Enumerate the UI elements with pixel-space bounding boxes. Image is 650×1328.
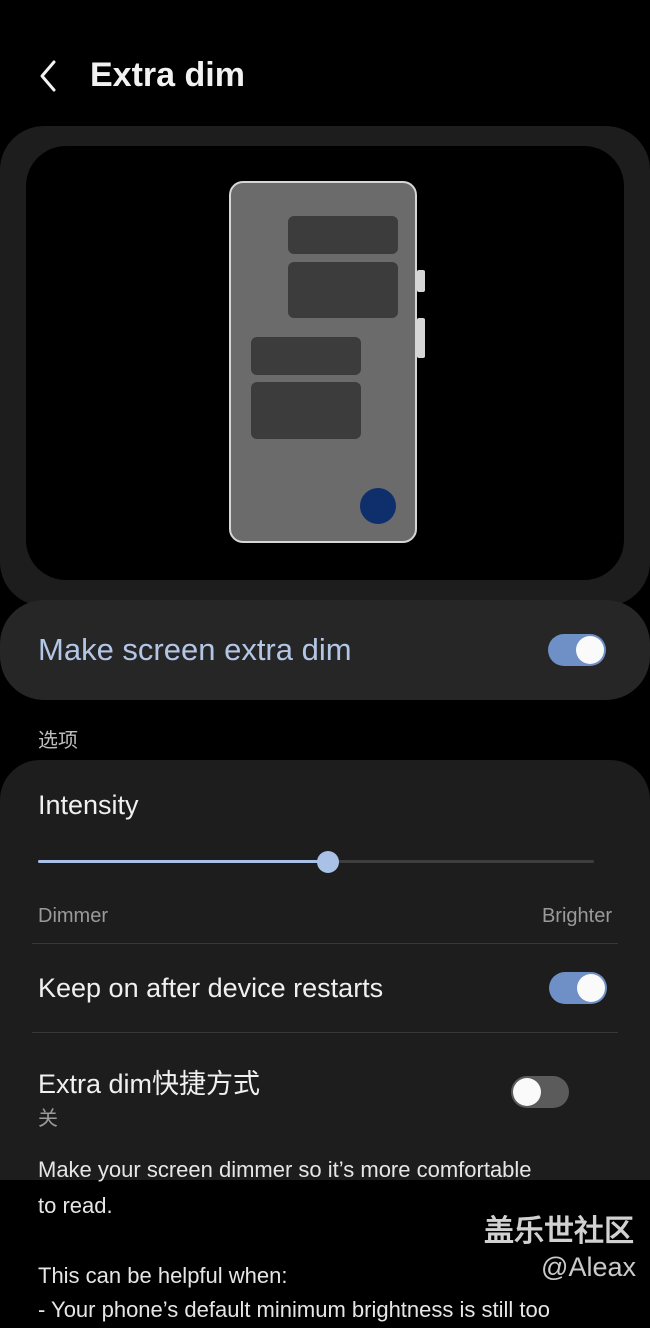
phone-side-button-top [417,270,425,292]
section-header: 选项 [38,730,78,752]
divider [32,943,618,944]
slider-min-label: Dimmer [38,905,108,927]
extra-dim-toggle[interactable] [548,634,606,666]
intensity-label: Intensity [38,790,139,820]
intensity-slider-thumb[interactable] [317,851,339,873]
toggle-knob [577,974,605,1002]
description-line: - Your phone’s default minimum brightnes… [38,1297,550,1322]
illustration-block [251,382,361,439]
description-line: Make your screen dimmer so it’s more com… [38,1157,532,1182]
page-title: Extra dim [90,56,245,94]
illustration-block [288,216,398,254]
illustration-block [251,337,361,375]
shortcut-label: Extra dim快捷方式 [38,1069,261,1099]
chevron-left-icon [40,60,56,92]
main-toggle-label: Make screen extra dim [38,632,352,667]
description-line: to read. [38,1193,113,1218]
divider [32,1032,618,1033]
intensity-slider-fill [38,860,328,863]
options-card [0,760,650,1180]
keep-on-label: Keep on after device restarts [38,973,384,1003]
illustration-fab [360,488,396,524]
phone-side-button-bottom [417,318,425,358]
back-button[interactable] [36,58,64,94]
illustration-block [288,262,398,318]
watermark-title: 盖乐世社区 [484,1215,634,1248]
keep-on-toggle[interactable] [549,972,607,1004]
shortcut-toggle[interactable] [511,1076,569,1108]
slider-max-label: Brighter [541,905,612,927]
watermark-handle: @Aleax [541,1252,636,1282]
shortcut-status: 关 [38,1108,58,1130]
description-line: This can be helpful when: [38,1263,288,1288]
toggle-knob [513,1078,541,1106]
toggle-knob [576,636,604,664]
